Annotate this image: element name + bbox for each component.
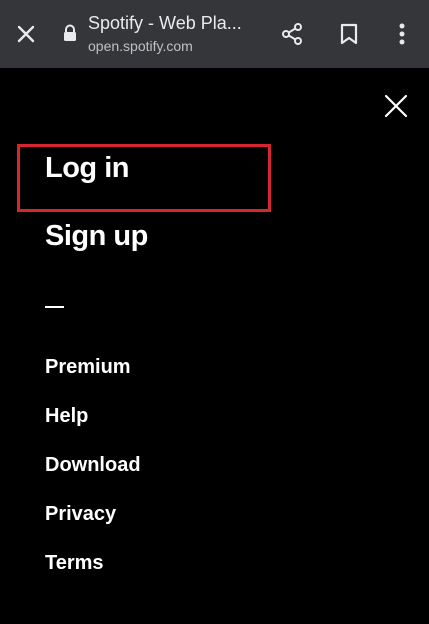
download-link[interactable]: Download xyxy=(45,454,141,477)
more-vert-icon xyxy=(399,23,405,45)
privacy-link[interactable]: Privacy xyxy=(45,503,116,526)
menu-divider xyxy=(45,306,64,308)
premium-link[interactable]: Premium xyxy=(45,356,131,379)
share-button[interactable] xyxy=(274,16,310,52)
page-url: open.spotify.com xyxy=(88,38,193,54)
site-security-button[interactable] xyxy=(60,23,80,43)
help-link[interactable]: Help xyxy=(45,405,88,428)
share-icon xyxy=(282,23,302,45)
browser-toolbar: Spotify - Web Pla... open.spotify.com xyxy=(0,0,429,68)
signup-link[interactable]: Sign up xyxy=(45,220,148,253)
close-icon xyxy=(17,25,35,43)
login-link[interactable]: Log in xyxy=(45,152,129,185)
lock-icon xyxy=(64,24,76,41)
address-bar[interactable]: Spotify - Web Pla... open.spotify.com xyxy=(88,12,258,56)
bookmark-button[interactable] xyxy=(331,16,367,52)
bookmark-icon xyxy=(340,23,358,45)
page-title: Spotify - Web Pla... xyxy=(88,13,242,33)
close-menu-button[interactable] xyxy=(378,88,414,124)
more-options-button[interactable] xyxy=(384,16,420,52)
close-tab-button[interactable] xyxy=(8,16,44,52)
menu-close-icon xyxy=(384,94,408,118)
terms-link[interactable]: Terms xyxy=(45,552,104,575)
